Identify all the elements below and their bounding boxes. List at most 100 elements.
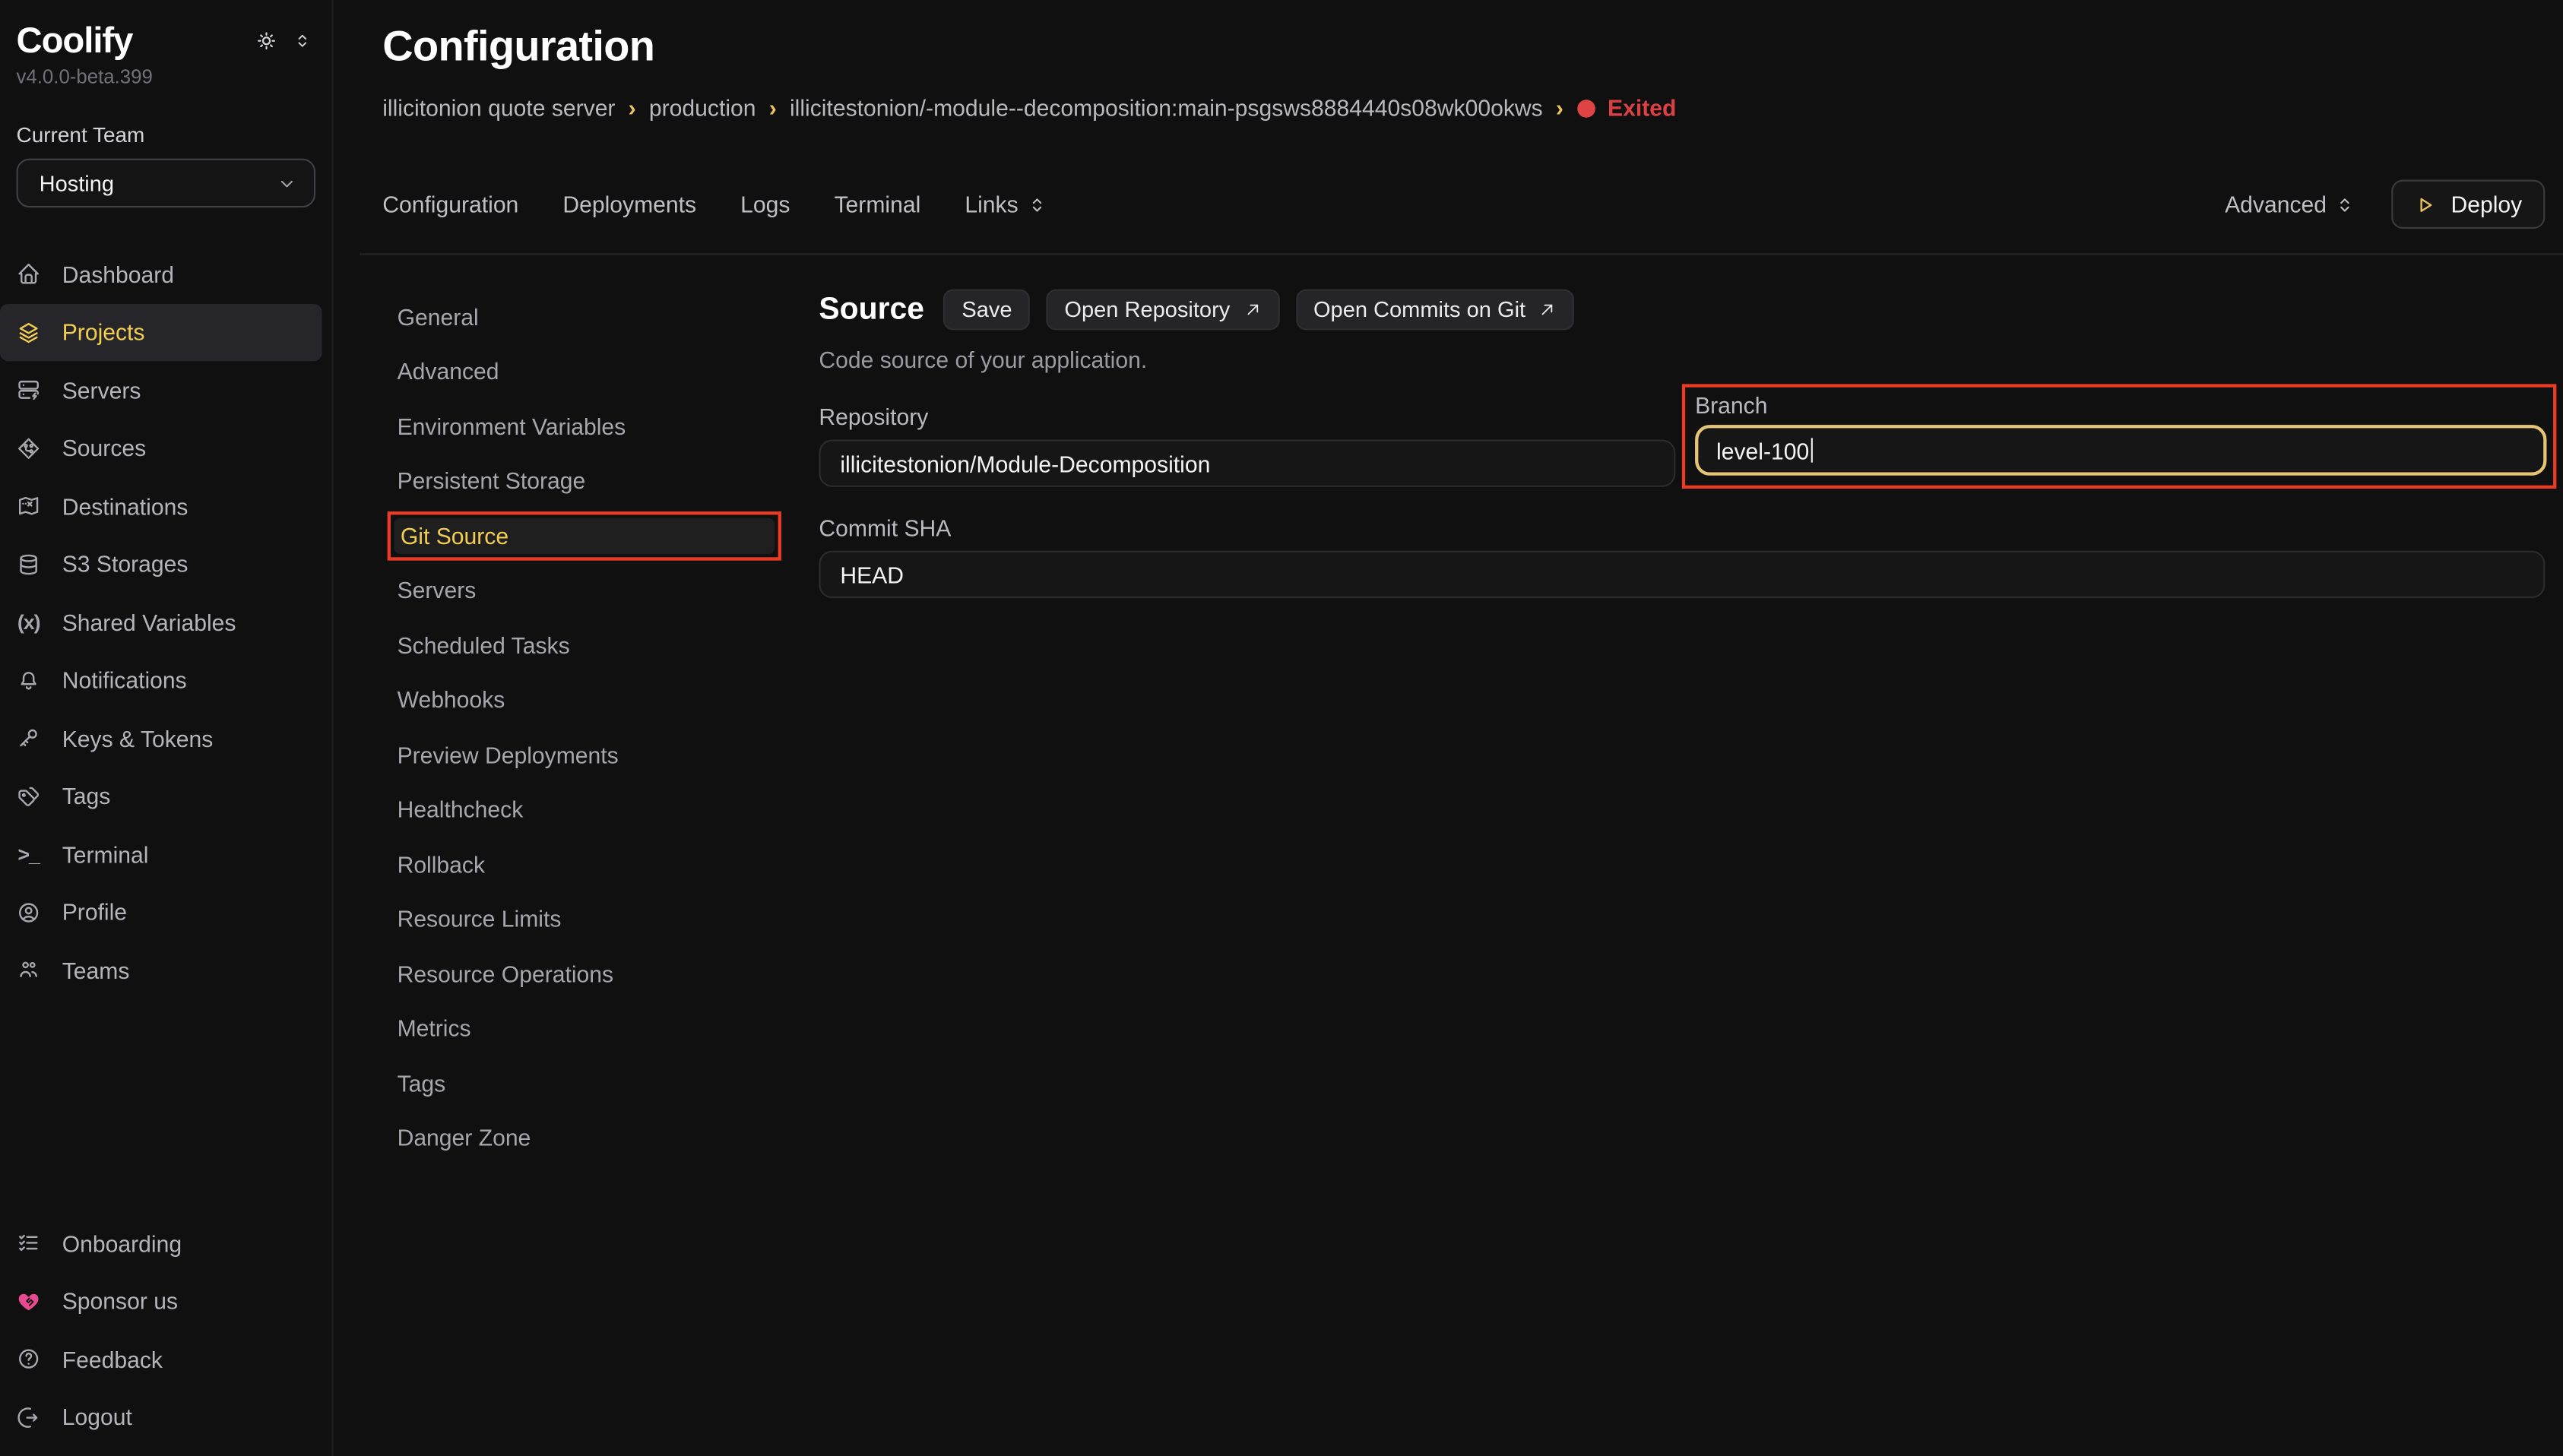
subnav-item-persistent-storage[interactable]: Persistent Storage [382, 454, 819, 508]
app-logo[interactable]: Coolify [17, 21, 133, 61]
parentheses-x-icon: (x) [17, 611, 41, 634]
annotation-box-git-source: Git Source [388, 511, 781, 561]
open-repository-button[interactable]: Open Repository [1047, 290, 1279, 331]
sidebar-item-label: Tags [62, 783, 111, 809]
subnav-item-general[interactable]: General [382, 290, 819, 344]
tabs-row: Configuration Deployments Logs Terminal … [382, 180, 2563, 229]
theme-sun-icon[interactable] [255, 30, 277, 52]
sidebar-footer-nav: Onboarding Sponsor us Feedback Logout [0, 1214, 332, 1446]
commit-sha-label: Commit SHA [819, 514, 2545, 540]
sidebar-item-dashboard[interactable]: Dashboard [0, 245, 322, 303]
external-link-icon [1538, 301, 1557, 319]
annotation-box-branch: Branch level-100 [1682, 384, 2557, 489]
subnav-item-advanced[interactable]: Advanced [382, 344, 819, 399]
sidebar-item-label: Teams [62, 957, 130, 983]
subnav-item-servers[interactable]: Servers [382, 563, 819, 618]
repository-value: illicitestonion/Module-Decomposition [840, 450, 1210, 476]
server-icon [17, 378, 41, 402]
sidebar-item-notifications[interactable]: Notifications [0, 651, 322, 709]
tab-links-label: Links [965, 191, 1018, 217]
subnav-item-environment-variables[interactable]: Environment Variables [382, 399, 819, 454]
subnav-item-preview-deployments[interactable]: Preview Deployments [382, 727, 819, 782]
section-title: Source [819, 292, 924, 328]
branch-input[interactable]: level-100 [1695, 425, 2546, 476]
tab-links[interactable]: Links [965, 191, 1047, 217]
help-circle-icon [17, 1347, 41, 1372]
text-cursor [1811, 438, 1813, 462]
sidebar-item-onboarding[interactable]: Onboarding [0, 1214, 322, 1272]
sidebar: Coolify v4.0.0-beta.399 Current Team Hos… [0, 0, 334, 1456]
subnav-item-resource-operations[interactable]: Resource Operations [382, 946, 819, 1001]
status-badge: Exited [1576, 95, 1676, 121]
tab-deployments[interactable]: Deployments [562, 191, 696, 217]
repository-label: Repository [819, 404, 1675, 429]
sidebar-item-destinations[interactable]: Destinations [0, 477, 322, 535]
tab-configuration[interactable]: Configuration [382, 191, 518, 217]
home-icon [17, 262, 41, 286]
heart-hands-icon [17, 1289, 41, 1313]
database-icon [17, 552, 41, 576]
subnav-item-git-source[interactable]: Git Source [382, 508, 819, 563]
status-text: Exited [1608, 95, 1676, 121]
breadcrumb-environment[interactable]: production [649, 95, 756, 121]
branch-label: Branch [1695, 392, 2546, 418]
sidebar-item-logout[interactable]: Logout [0, 1388, 322, 1446]
theme-selector-chevrons-icon[interactable] [293, 31, 312, 51]
commit-sha-input[interactable]: HEAD [819, 551, 2545, 598]
deploy-button[interactable]: Deploy [2392, 180, 2545, 229]
sidebar-item-feedback[interactable]: Feedback [0, 1331, 322, 1388]
repository-input[interactable]: illicitestonion/Module-Decomposition [819, 439, 1675, 486]
subnav-item-tags[interactable]: Tags [382, 1056, 819, 1110]
breadcrumb-project[interactable]: illicitonion quote server [382, 95, 615, 121]
save-button[interactable]: Save [944, 290, 1031, 331]
chevron-up-down-icon [1026, 194, 1047, 215]
source-form: Repository illicitestonion/Module-Decomp… [819, 404, 2545, 598]
layers-icon [17, 320, 41, 344]
sidebar-item-projects[interactable]: Projects [0, 303, 322, 361]
sidebar-item-label: Destinations [62, 493, 189, 519]
sidebar-item-label: Feedback [62, 1346, 163, 1372]
sidebar-item-teams[interactable]: Teams [0, 942, 322, 999]
users-icon [17, 958, 41, 983]
sidebar-item-sources[interactable]: Sources [0, 419, 322, 477]
sidebar-item-label: Profile [62, 899, 127, 925]
tab-logs[interactable]: Logs [740, 191, 790, 217]
open-commits-label: Open Commits on Git [1313, 297, 1525, 321]
subnav-item-healthcheck[interactable]: Healthcheck [382, 782, 819, 837]
open-commits-button[interactable]: Open Commits on Git [1295, 290, 1574, 331]
sidebar-item-s3-storages[interactable]: S3 Storages [0, 535, 322, 593]
commit-sha-field-group: Commit SHA HEAD [819, 514, 2545, 598]
chevron-down-icon [276, 173, 297, 194]
status-dot-icon [1576, 99, 1595, 117]
subnav-item-rollback[interactable]: Rollback [382, 837, 819, 891]
breadcrumb-separator: › [1556, 95, 1563, 121]
breadcrumb-separator: › [629, 95, 636, 121]
team-select[interactable]: Hosting [17, 159, 316, 208]
subnav-item-webhooks[interactable]: Webhooks [382, 673, 819, 727]
play-icon [2415, 194, 2436, 215]
sidebar-item-sponsor-us[interactable]: Sponsor us [0, 1272, 322, 1330]
sidebar-item-terminal[interactable]: >_ Terminal [0, 825, 322, 883]
subnav-item-danger-zone[interactable]: Danger Zone [382, 1110, 819, 1165]
subnav-item-resource-limits[interactable]: Resource Limits [382, 891, 819, 946]
config-subnav: General Advanced Environment Variables P… [382, 255, 819, 1456]
sidebar-item-label: S3 Storages [62, 551, 189, 577]
sidebar-item-servers[interactable]: Servers [0, 361, 322, 419]
bell-icon [17, 668, 41, 692]
sidebar-item-tags[interactable]: Tags [0, 768, 322, 825]
sidebar-item-keys-tokens[interactable]: Keys & Tokens [0, 709, 322, 767]
user-circle-icon [17, 900, 41, 924]
sidebar-item-profile[interactable]: Profile [0, 883, 322, 941]
tab-terminal[interactable]: Terminal [834, 191, 920, 217]
open-repository-label: Open Repository [1064, 297, 1230, 321]
sidebar-item-label: Logout [62, 1404, 132, 1430]
page-title: Configuration [382, 21, 2563, 71]
app-version: v4.0.0-beta.399 [0, 61, 332, 89]
sidebar-item-shared-variables[interactable]: (x) Shared Variables [0, 593, 322, 651]
external-link-icon [1243, 301, 1261, 319]
subnav-item-scheduled-tasks[interactable]: Scheduled Tasks [382, 618, 819, 673]
breadcrumb-resource[interactable]: illicitestonion/-module--decomposition:m… [790, 95, 1543, 121]
subnav-item-metrics[interactable]: Metrics [382, 1001, 819, 1056]
breadcrumb: illicitonion quote server › production ›… [382, 95, 2563, 121]
advanced-dropdown[interactable]: Advanced [2225, 191, 2356, 217]
